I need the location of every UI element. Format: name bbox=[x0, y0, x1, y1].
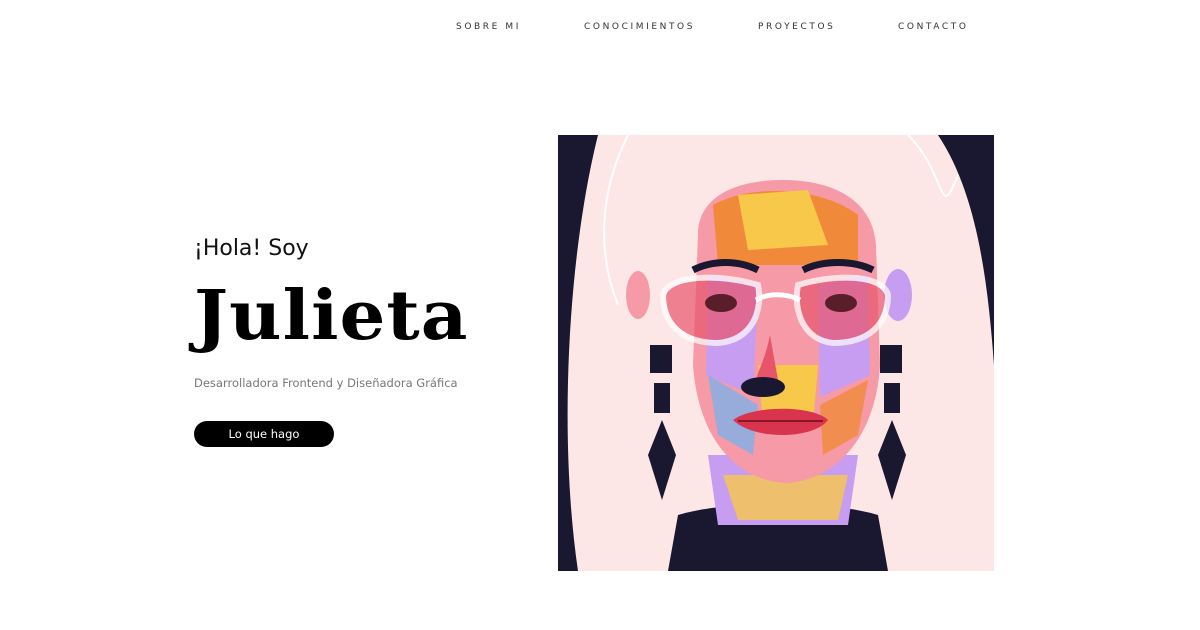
hero-name: Julieta bbox=[194, 276, 469, 356]
nav-link-proyectos[interactable]: PROYECTOS bbox=[758, 22, 835, 32]
nav-link-contacto[interactable]: CONTACTO bbox=[898, 22, 969, 32]
portrait-artwork bbox=[558, 135, 994, 571]
lo-que-hago-button[interactable]: Lo que hago bbox=[194, 421, 334, 447]
hero-subtitle: Desarrolladora Frontend y Diseñadora Grá… bbox=[194, 376, 458, 390]
nav-link-conocimientos[interactable]: CONOCIMIENTOS bbox=[584, 22, 695, 32]
portrait-illustration bbox=[558, 135, 994, 571]
hero-greeting: ¡Hola! Soy bbox=[194, 236, 309, 261]
main-nav: SOBRE MI CONOCIMIENTOS PROYECTOS CONTACT… bbox=[0, 22, 1200, 38]
nav-link-sobre-mi[interactable]: SOBRE MI bbox=[456, 22, 521, 32]
